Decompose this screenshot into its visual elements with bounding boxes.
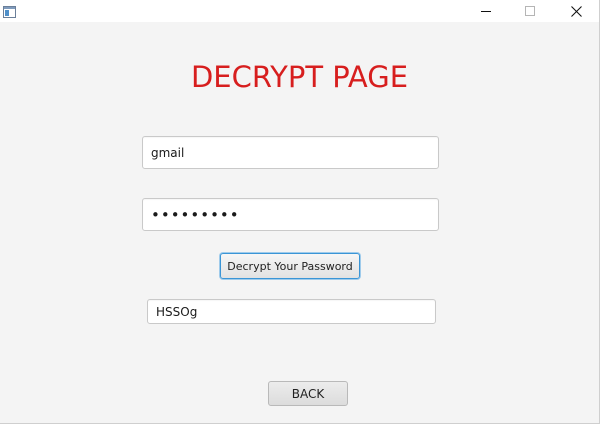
password-field[interactable] <box>142 198 439 231</box>
title-bar[interactable] <box>0 0 599 22</box>
app-icon <box>3 3 16 18</box>
close-icon <box>570 2 582 21</box>
app-window: DECRYPT PAGE Decrypt Your Password BACK <box>0 0 600 424</box>
close-button[interactable] <box>553 0 599 22</box>
maximize-icon <box>524 2 536 21</box>
maximize-button[interactable] <box>507 0 553 22</box>
username-field[interactable] <box>142 136 439 169</box>
back-button[interactable]: BACK <box>268 381 348 406</box>
minimize-button[interactable] <box>463 0 509 22</box>
minimize-icon <box>480 2 492 21</box>
page-title: DECRYPT PAGE <box>190 60 409 94</box>
decrypted-result-field[interactable] <box>147 299 436 324</box>
decrypt-password-button[interactable]: Decrypt Your Password <box>220 253 360 279</box>
